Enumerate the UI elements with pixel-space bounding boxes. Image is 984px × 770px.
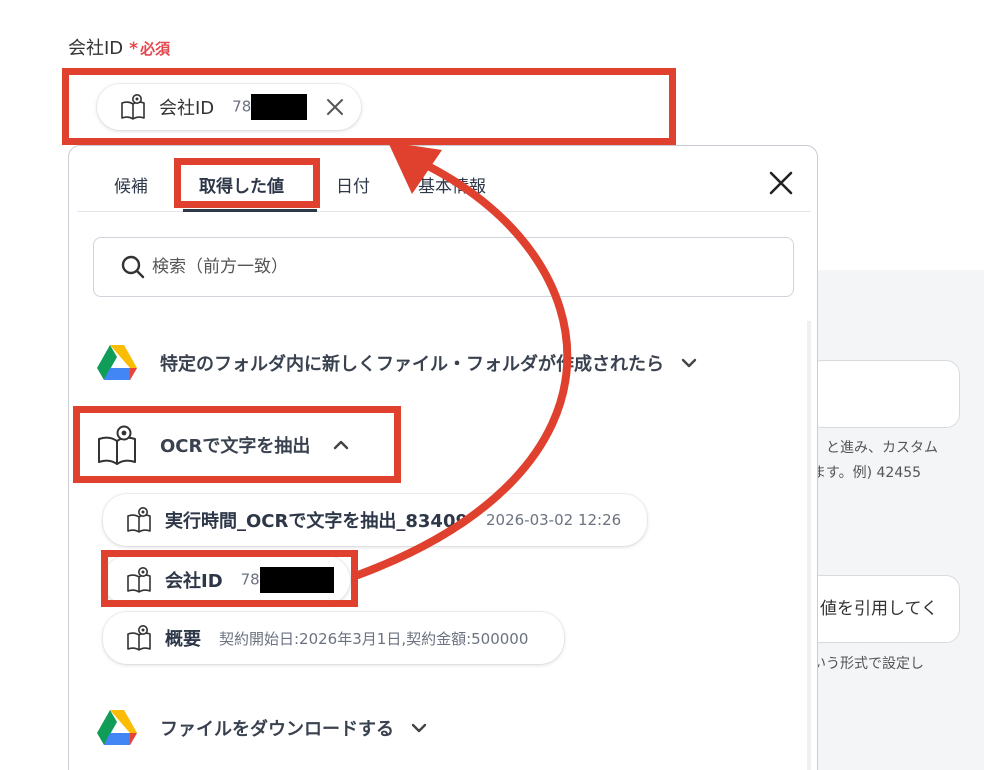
search-box[interactable] [93,237,794,297]
active-tab-indicator [183,209,317,212]
book-eye-icon [127,625,151,651]
section-label: ファイルをダウンロードする [160,719,394,740]
search-icon [121,255,145,279]
scrollbar[interactable] [807,321,811,770]
item-name: 概要 [165,629,201,650]
background-hint-1b: ます。例) 42455 [812,465,922,481]
background-form-panel [815,270,984,770]
value-item-summary[interactable]: 概要 契約開始日:2026年3月1日,契約金額:500000 [103,612,565,664]
search-input[interactable] [152,257,752,277]
background-input-1[interactable] [808,360,960,428]
tab-basic-info[interactable]: 基本情報 [418,172,486,197]
required-marker: * 必須 [129,38,170,59]
chevron-down-icon[interactable] [410,719,428,737]
background-hint-2: いう形式で設定し [812,656,924,672]
background-hint-1a: 」と進み、カスタム [812,440,938,456]
section-drive-trigger[interactable]: 特定のフォルダ内に新しくファイル・フォルダが作成されたら [96,344,698,382]
field-label-company-id: 会社ID * 必須 [68,34,170,60]
tab-date[interactable]: 日付 [336,172,370,197]
item-value: 2026-03-02 12:26 [486,511,622,529]
field-label-text: 会社ID [68,38,124,59]
chevron-down-icon[interactable] [680,354,698,372]
google-drive-icon [97,710,137,745]
annotation-box-selected-chip [62,68,676,145]
value-item-execution-time[interactable]: 実行時間_OCRで文字を抽出_83409 2026-03-02 12:26 [103,494,648,546]
section-label: 特定のフォルダ内に新しくファイル・フォルダが作成されたら [160,354,664,375]
annotation-box-company-id-item [101,550,358,607]
book-eye-icon [127,507,151,533]
annotation-box-ocr-section [73,406,401,483]
required-text: 必須 [140,40,171,58]
required-star: * [129,39,139,59]
item-value: 契約開始日:2026年3月1日,契約金額:500000 [219,629,529,648]
annotation-box-acquired-tab [174,158,320,208]
tab-candidates[interactable]: 候補 [114,172,148,197]
item-name: 実行時間_OCRで文字を抽出_83409 [165,511,468,532]
google-drive-icon [97,345,137,380]
background-input-2-text: 値を引用してく [820,599,938,619]
close-icon[interactable] [766,168,796,198]
section-download-file[interactable]: ファイルをダウンロードする [96,709,428,747]
